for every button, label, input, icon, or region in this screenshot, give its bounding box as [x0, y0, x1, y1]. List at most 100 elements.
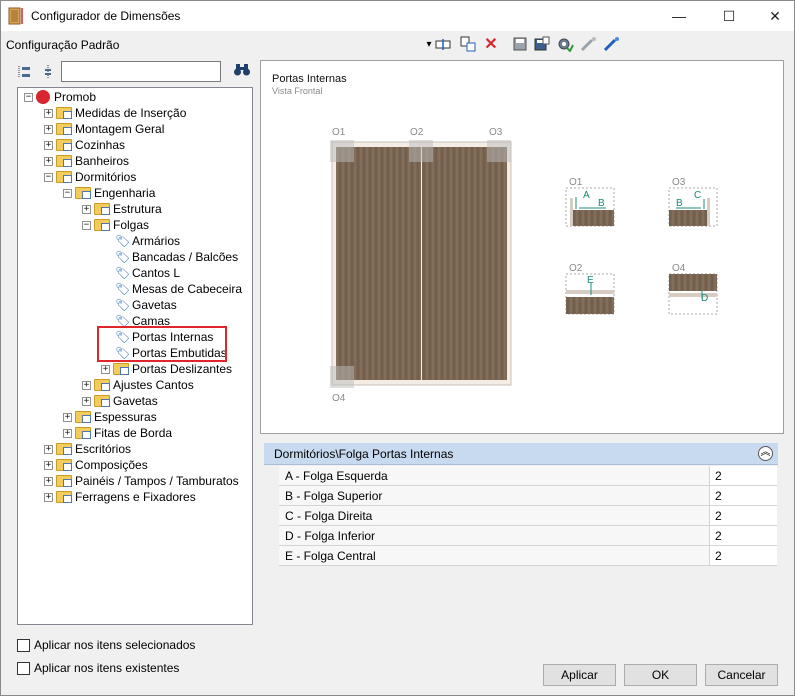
expand-all-icon[interactable]	[15, 63, 33, 81]
property-value-input[interactable]: 2	[709, 466, 777, 485]
gap-letter-a: A	[583, 190, 590, 201]
tree-expander[interactable]: +	[44, 140, 53, 150]
settings-gear-icon[interactable]	[555, 35, 575, 53]
tree-expander[interactable]: +	[82, 204, 91, 214]
apply-button[interactable]: Aplicar	[543, 664, 616, 686]
folder-icon	[113, 363, 129, 375]
tree-node[interactable]: + Ferragens e Fixadores	[44, 489, 196, 505]
tree-node[interactable]: 🏷 Armários	[101, 233, 180, 249]
property-value-input[interactable]: 2	[709, 546, 777, 565]
tree-node[interactable]: + Fitas de Borda	[63, 425, 172, 441]
property-value-input[interactable]: 2	[709, 506, 777, 525]
tree-node[interactable]: + Espessuras	[63, 409, 157, 425]
maximize-button[interactable]: ☐	[706, 1, 752, 31]
tree-node[interactable]: 🏷 Bancadas / Balcões	[101, 249, 238, 265]
tree-expander[interactable]: −	[63, 188, 72, 198]
save-as-icon[interactable]	[532, 35, 552, 53]
tree-expander[interactable]: +	[44, 460, 53, 470]
tree-expander[interactable]: +	[63, 412, 72, 422]
tag-icon: 🏷	[115, 233, 131, 248]
tree-node-label: Gavetas	[132, 298, 177, 312]
tree-node[interactable]: + Estrutura	[82, 201, 162, 217]
tree-expander[interactable]: +	[82, 380, 91, 390]
tree-node[interactable]: − Dormitórios	[44, 169, 136, 185]
binoculars-search-icon[interactable]	[233, 63, 251, 79]
apply-existing-checkbox[interactable]	[17, 662, 30, 675]
tag-icon: 🏷	[115, 265, 131, 280]
tree-node-label: Montagem Geral	[75, 122, 165, 136]
app-icon	[8, 7, 23, 25]
import-icon[interactable]	[579, 35, 599, 53]
export-icon[interactable]	[602, 35, 622, 53]
tree-node[interactable]: + Escritórios	[44, 441, 131, 457]
tree-node-label: Ajustes Cantos	[113, 378, 194, 392]
tree-node[interactable]: + Cozinhas	[44, 137, 125, 153]
tree-node[interactable]: + Medidas de Inserção	[44, 105, 186, 121]
tree-expander[interactable]: −	[44, 172, 53, 182]
tree-node-label: Folgas	[113, 218, 150, 232]
property-name: E - Folga Central	[285, 549, 376, 563]
tag-icon: 🏷	[115, 281, 131, 296]
close-button[interactable]: ✕	[752, 1, 795, 31]
tree-expander[interactable]: −	[24, 92, 33, 102]
tree-node[interactable]: 🏷 Cantos L	[101, 265, 180, 281]
detail-label-o4: O4	[672, 263, 686, 274]
tree-node[interactable]: + Ajustes Cantos	[82, 377, 194, 393]
property-name: A - Folga Esquerda	[285, 469, 388, 483]
tree-node[interactable]: 🏷 Gavetas	[101, 297, 177, 313]
apply-selected-label: Aplicar nos itens selecionados	[34, 638, 196, 652]
tree-node[interactable]: − Folgas	[82, 217, 149, 233]
tree-node-label: Mesas de Cabeceira	[132, 282, 243, 296]
apply-selected-checkbox[interactable]	[17, 639, 30, 652]
gap-letter-e: E	[587, 275, 594, 286]
tree-node[interactable]: + Composições	[44, 457, 148, 473]
tree-node[interactable]: 🏷 Mesas de Cabeceira	[101, 281, 242, 297]
tree-node[interactable]: + Painéis / Tampos / Tamburatos	[44, 473, 239, 489]
tree-expander[interactable]: +	[63, 428, 72, 438]
tree-expander[interactable]: +	[44, 156, 53, 166]
title-bar: Configurador de Dimensões — ☐ ✕	[1, 1, 794, 31]
tree-expander[interactable]: +	[101, 364, 110, 374]
copy-config-icon[interactable]	[458, 35, 478, 53]
corner-label-o3: O3	[489, 127, 503, 138]
tree-node[interactable]: + Portas Deslizantes	[101, 361, 232, 377]
left-door-panel	[336, 147, 421, 380]
gap-letter-b-right: B	[676, 198, 683, 209]
tree-search-input[interactable]	[61, 61, 221, 82]
folder-icon	[56, 171, 72, 183]
tree-expander[interactable]: +	[44, 444, 53, 454]
right-door-panel	[422, 147, 507, 380]
ok-button[interactable]: OK	[624, 664, 697, 686]
property-value-input[interactable]: 2	[709, 526, 777, 545]
tree-expander[interactable]: −	[82, 220, 91, 230]
folder-icon	[94, 219, 110, 231]
apply-existing-label: Aplicar nos itens existentes	[34, 661, 180, 675]
folder-icon	[94, 203, 110, 215]
tree-expander[interactable]: +	[44, 124, 53, 134]
delete-icon[interactable]: ✕	[481, 35, 501, 53]
tree-expander[interactable]: +	[44, 476, 53, 486]
tree-expander[interactable]: +	[82, 396, 91, 406]
tree-node[interactable]: + Montagem Geral	[44, 121, 164, 137]
tree-expander[interactable]: +	[44, 108, 53, 118]
cancel-button[interactable]: Cancelar	[705, 664, 778, 686]
folder-icon	[56, 155, 72, 167]
selection-highlight-box	[97, 326, 227, 362]
folder-icon	[56, 475, 72, 487]
tree-node-label: Dormitórios	[75, 170, 137, 184]
tree-node-label: Escritórios	[75, 442, 132, 456]
tree-expander[interactable]: +	[44, 492, 53, 502]
rename-icon[interactable]	[433, 35, 453, 53]
tree-node[interactable]: + Gavetas	[82, 393, 158, 409]
detail-label-o3: O3	[672, 177, 686, 188]
minimize-button[interactable]: —	[656, 1, 702, 31]
save-icon[interactable]	[510, 35, 530, 53]
tree-node-label: Estrutura	[113, 202, 162, 216]
property-value-input[interactable]: 2	[709, 486, 777, 505]
collapse-all-icon[interactable]	[39, 63, 57, 81]
tree-node[interactable]: + Banheiros	[44, 153, 129, 169]
tree-node[interactable]: − Engenharia	[63, 185, 155, 201]
tree-node-root[interactable]: − Promob	[24, 89, 96, 105]
corner-label-o4: O4	[332, 393, 346, 404]
collapse-section-button[interactable]: ︽	[758, 446, 773, 461]
